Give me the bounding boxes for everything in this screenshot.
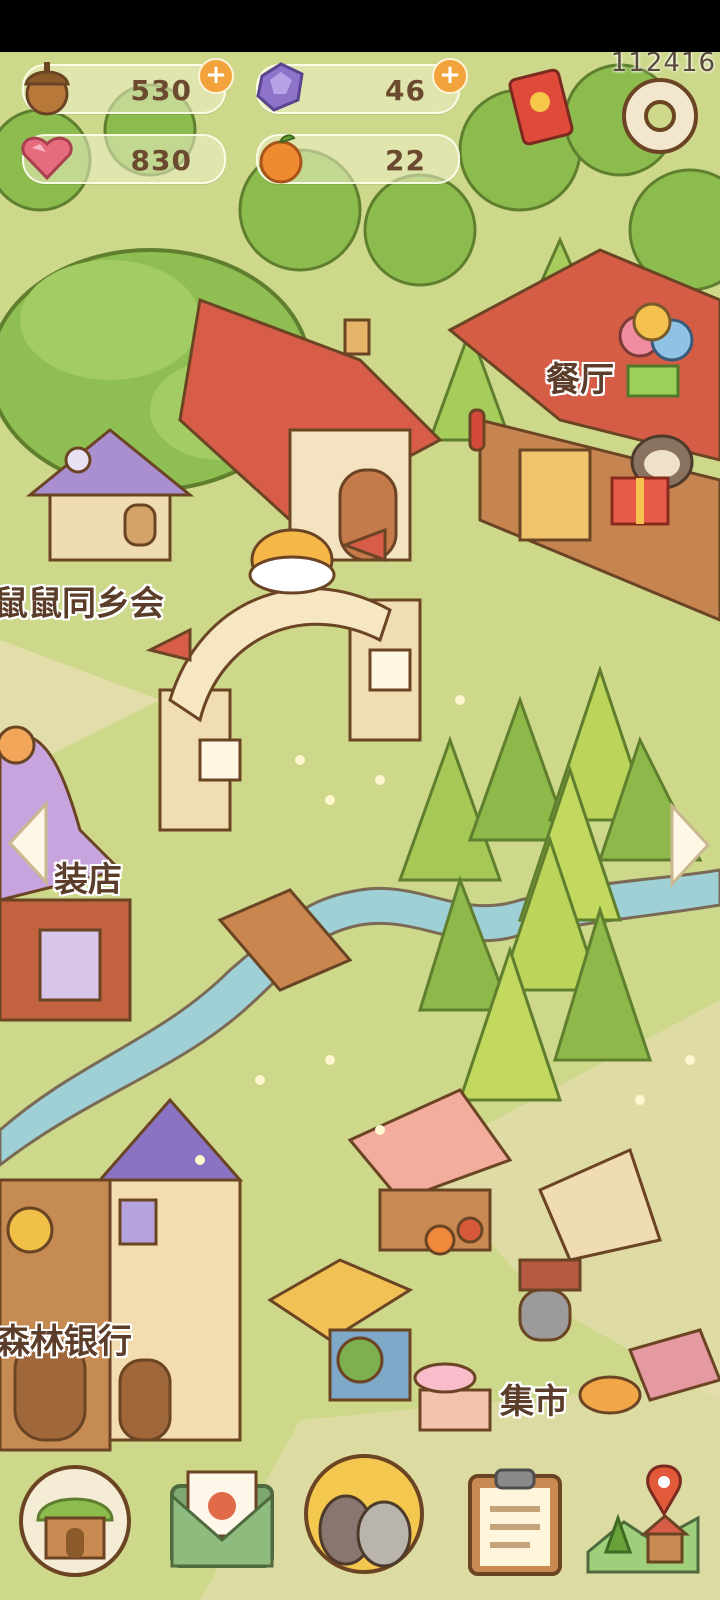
birds-icon	[304, 1454, 424, 1574]
scroll-right-arrow[interactable]	[664, 800, 714, 890]
market-label[interactable]: 集市	[500, 1374, 568, 1423]
fruit-counter[interactable]: 22	[256, 134, 460, 184]
clothing-store-label[interactable]: 装店	[54, 852, 122, 901]
acorn-counter[interactable]: 530 +	[22, 58, 234, 116]
chevron-right-icon	[670, 802, 711, 888]
restaurant-label[interactable]: 餐厅	[546, 352, 614, 401]
acorn-icon	[16, 56, 78, 118]
character-button[interactable]	[302, 1452, 426, 1576]
acorn-value: 530	[130, 74, 192, 107]
forest-bank-label[interactable]: 森林银行	[0, 1314, 132, 1363]
gem-value: 46	[385, 74, 426, 107]
hamster-club-label[interactable]: 鼠鼠同乡会	[0, 576, 164, 625]
sloth-gift-button[interactable]	[600, 422, 710, 532]
settings-button[interactable]	[610, 66, 710, 166]
letter-icon	[170, 1470, 274, 1568]
balloon-gift-icon	[618, 302, 694, 398]
chevron-left-icon	[7, 800, 48, 886]
heart-gem-icon	[16, 126, 78, 188]
red-envelope-icon	[508, 68, 574, 146]
tasks-button[interactable]	[456, 1462, 574, 1580]
red-envelope-button[interactable]	[496, 62, 586, 152]
player-id: 112416	[610, 52, 716, 78]
heart-value: 830	[130, 144, 192, 177]
town-map[interactable]: 530 + 46 + 830 22 112416 餐厅 鼠鼠同乡会 装店 森林银…	[0, 52, 720, 1600]
mail-button[interactable]	[164, 1462, 282, 1580]
sloth-gift-icon	[610, 434, 694, 526]
status-bar	[0, 0, 720, 52]
gear-icon	[622, 78, 698, 154]
fruit-value: 22	[385, 144, 426, 177]
gem-counter[interactable]: 46 +	[256, 58, 468, 114]
clipboard-icon	[468, 1468, 562, 1576]
map-scene	[0, 52, 720, 1600]
add-acorn-button[interactable]: +	[198, 58, 234, 94]
map-button[interactable]	[584, 1462, 702, 1580]
scroll-left-arrow[interactable]	[4, 798, 54, 888]
orange-fruit-icon	[250, 126, 312, 188]
heart-counter[interactable]: 830	[21, 134, 226, 184]
purple-gem-icon	[250, 56, 312, 118]
treehouse-icon	[19, 1465, 131, 1577]
map-pin-icon	[586, 1464, 700, 1574]
home-house-button[interactable]	[16, 1462, 134, 1580]
add-gem-button[interactable]: +	[432, 58, 468, 94]
balloon-event-button[interactable]	[600, 296, 710, 406]
